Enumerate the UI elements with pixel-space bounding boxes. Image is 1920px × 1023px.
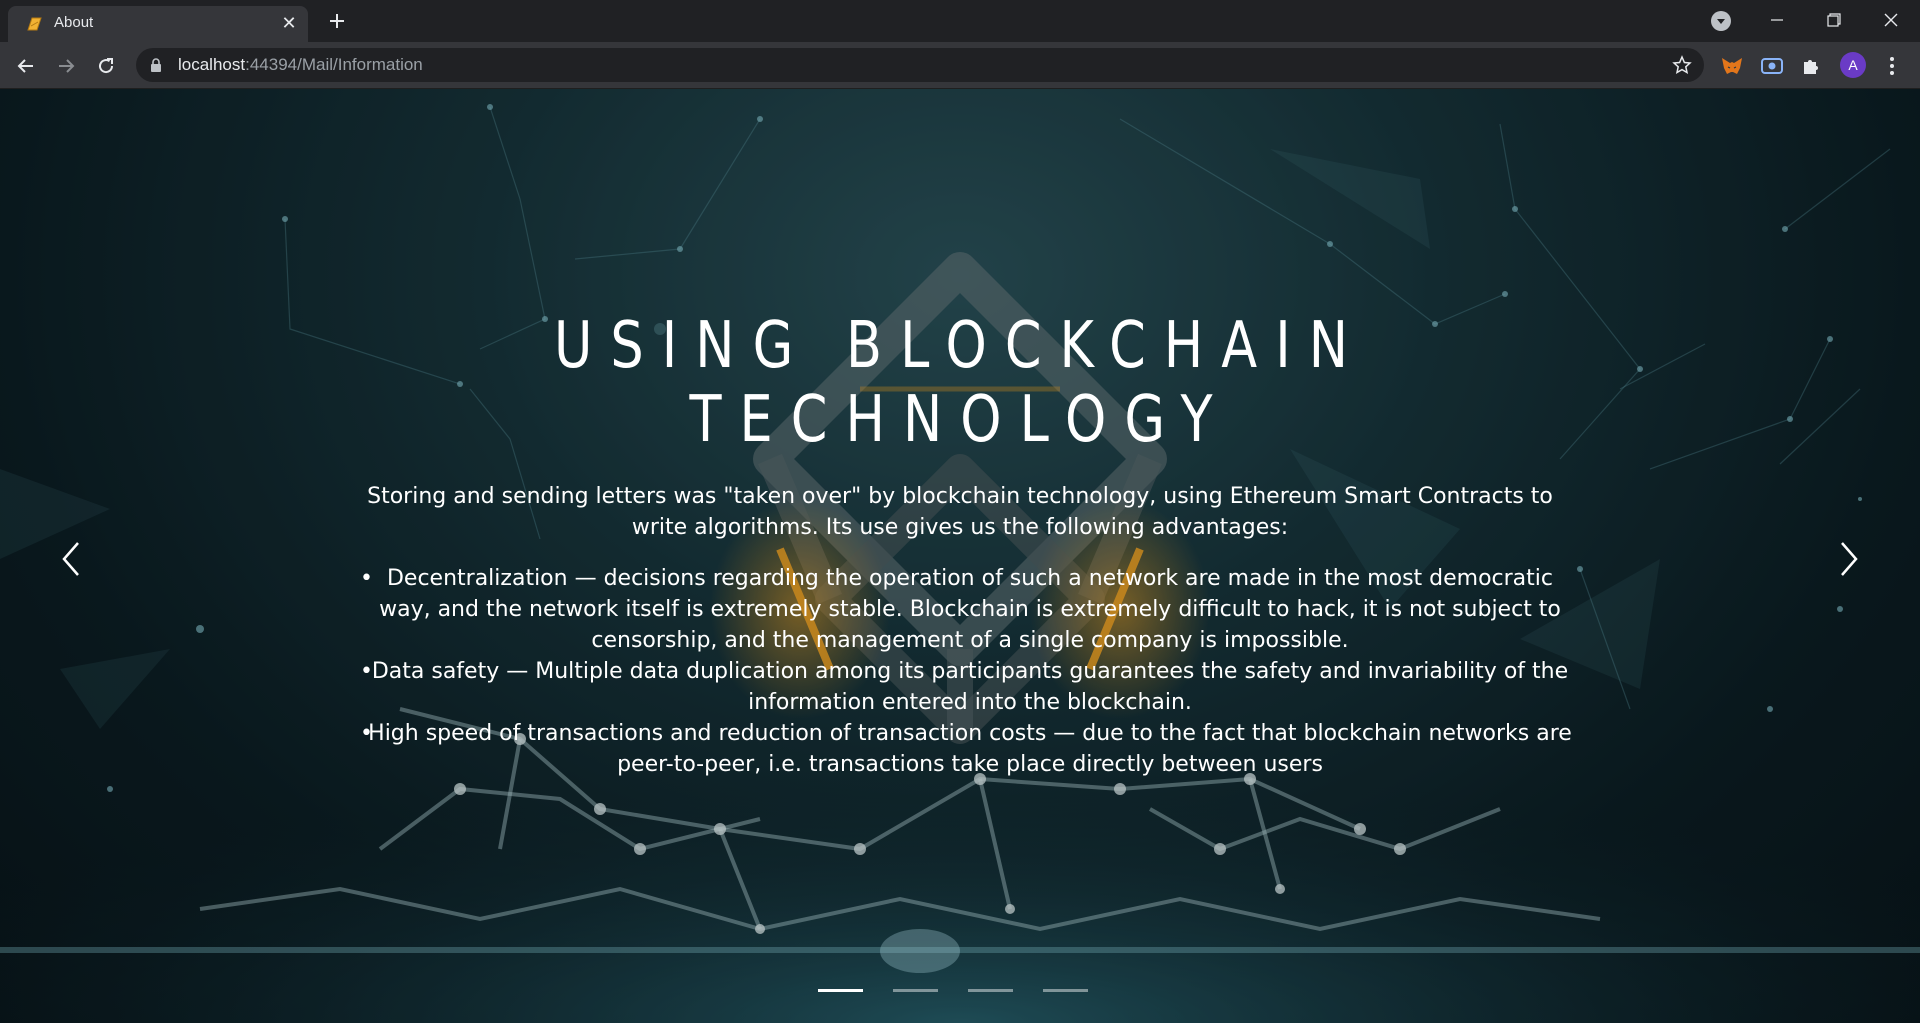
url-host: localhost: [178, 55, 246, 74]
tab-title: About: [54, 14, 94, 31]
browser-tab-about[interactable]: About ✕: [8, 6, 308, 42]
restore-icon[interactable]: [1818, 6, 1848, 34]
profile-avatar[interactable]: A: [1840, 52, 1866, 78]
advantage-decentralization: Decentralization — decisions regarding t…: [360, 563, 1580, 656]
carousel-indicators: [818, 989, 1088, 995]
lock-icon[interactable]: [150, 58, 162, 72]
reload-icon[interactable]: [94, 54, 118, 78]
advantage-data-safety: Data safety — Multiple data duplication …: [360, 656, 1580, 718]
carousel-slide-caption: USING BLOCKCHAIN TECHNOLOGY Storing and …: [340, 309, 1580, 780]
slide-title-line-2: TECHNOLOGY: [689, 383, 1231, 457]
screen-capture-icon[interactable]: [1760, 54, 1784, 78]
carousel-indicator-4[interactable]: [1043, 989, 1088, 992]
browser-tabstrip: About ✕: [0, 0, 1920, 42]
advantages-list: Decentralization — decisions regarding t…: [340, 563, 1580, 780]
carousel-prev-arrow-icon[interactable]: [58, 539, 86, 579]
browser-toolbar: localhost:44394/Mail/Information A: [0, 42, 1920, 89]
carousel-indicator-2[interactable]: [893, 989, 938, 992]
site-favicon-icon: [27, 17, 42, 31]
url-path: :44394/Mail/Information: [245, 55, 423, 74]
tab-close-icon[interactable]: ✕: [280, 15, 298, 33]
slide-title: USING BLOCKCHAIN TECHNOLOGY: [452, 309, 1469, 457]
tab-search-dropdown-icon[interactable]: [1711, 11, 1731, 31]
slide-title-line-1: USING BLOCKCHAIN: [553, 309, 1367, 383]
new-tab-icon[interactable]: [326, 10, 348, 32]
address-bar[interactable]: localhost:44394/Mail/Information: [136, 48, 1704, 82]
extensions-puzzle-icon[interactable]: [1800, 54, 1824, 78]
minimize-icon[interactable]: [1762, 6, 1792, 34]
more-menu-icon[interactable]: [1882, 54, 1902, 78]
close-window-icon[interactable]: [1876, 6, 1906, 34]
star-icon[interactable]: [1672, 55, 1692, 75]
forward-arrow-icon[interactable]: [54, 54, 78, 78]
advantage-transaction-speed: High speed of transactions and reduction…: [360, 718, 1580, 780]
carousel-indicator-3[interactable]: [968, 989, 1013, 992]
page-viewport: USING BLOCKCHAIN TECHNOLOGY Storing and …: [0, 89, 1920, 1023]
carousel-next-arrow-icon[interactable]: [1834, 539, 1862, 579]
slide-intro-text: Storing and sending letters was "taken o…: [367, 484, 1553, 540]
metamask-icon[interactable]: [1720, 54, 1744, 78]
url-text[interactable]: localhost:44394/Mail/Information: [178, 55, 423, 75]
back-arrow-icon[interactable]: [14, 54, 38, 78]
carousel-indicator-1[interactable]: [818, 989, 863, 992]
